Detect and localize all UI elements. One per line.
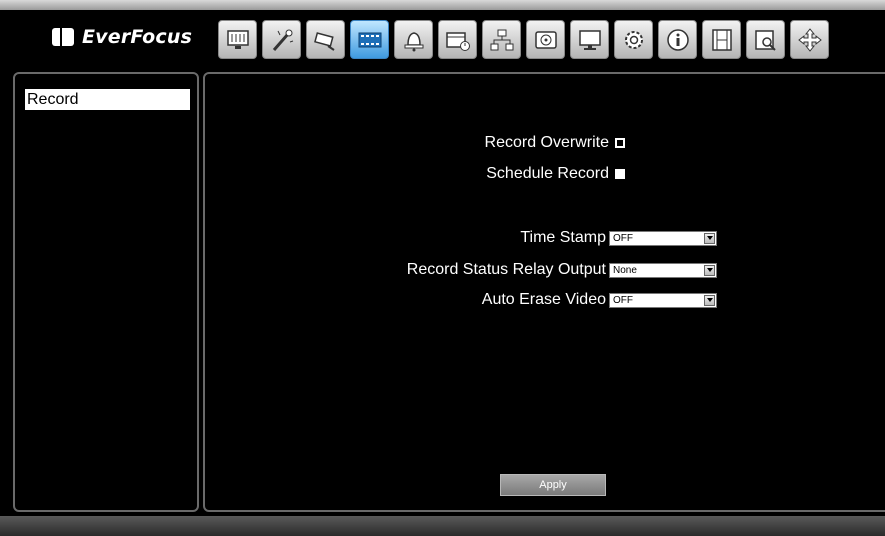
schedule-record-label: Schedule Record <box>486 165 609 182</box>
relay-output-select[interactable]: None <box>609 262 717 278</box>
auto-erase-row: Auto Erase Video OFF <box>285 291 717 309</box>
schedule-icon <box>445 31 470 51</box>
time-stamp-row: Time Stamp OFF <box>285 229 717 247</box>
record-film-icon <box>358 32 381 47</box>
time-stamp-label: Time Stamp <box>520 229 606 246</box>
search-toolbar-button[interactable] <box>746 20 785 59</box>
record-overwrite-row: Record Overwrite <box>305 134 625 152</box>
ptz-arrows-icon <box>797 27 822 52</box>
record-toolbar-button[interactable] <box>350 20 389 59</box>
auto-erase-value: OFF <box>613 294 633 306</box>
ptz-toolbar-button[interactable] <box>790 20 829 59</box>
network-toolbar-button[interactable] <box>482 20 521 59</box>
display-toolbar-button[interactable] <box>218 20 257 59</box>
alarm-bell-icon <box>404 31 423 51</box>
film-strip-icon <box>711 28 732 51</box>
relay-output-row: Record Status Relay Output None <box>285 261 717 279</box>
relay-output-label: Record Status Relay Output <box>406 261 606 278</box>
time-stamp-value: OFF <box>613 232 633 244</box>
sidebar-panel: Record <box>13 72 199 512</box>
playback-toolbar-button[interactable] <box>702 20 741 59</box>
auto-erase-label: Auto Erase Video <box>481 291 606 308</box>
schedule-toolbar-button[interactable] <box>438 20 477 59</box>
chevron-down-icon[interactable] <box>704 264 715 276</box>
monitor-icon <box>578 29 601 50</box>
chevron-down-icon[interactable] <box>704 232 715 244</box>
info-toolbar-button[interactable] <box>658 20 697 59</box>
sidebar-item-record[interactable]: Record <box>25 89 190 110</box>
camera-toolbar-button[interactable] <box>306 20 345 59</box>
status-bar <box>0 516 885 536</box>
camera-icon <box>313 31 335 51</box>
brand-logo: EverFocus <box>52 22 192 52</box>
chevron-down-icon[interactable] <box>704 294 715 306</box>
brand-name: EverFocus <box>82 26 193 48</box>
search-icon <box>754 29 776 51</box>
magic-wand-icon <box>272 29 293 51</box>
record-overwrite-checkbox[interactable] <box>615 138 625 148</box>
apply-button[interactable]: Apply <box>500 474 606 496</box>
schedule-record-row: Schedule Record <box>305 165 625 183</box>
system-settings-toolbar-button[interactable] <box>614 20 653 59</box>
everfocus-logo-icon <box>52 26 74 48</box>
display-icon <box>226 29 249 49</box>
disk-toolbar-button[interactable] <box>526 20 565 59</box>
schedule-record-checkbox[interactable] <box>615 169 625 179</box>
main-toolbar <box>218 20 829 60</box>
wizard-toolbar-button[interactable] <box>262 20 301 59</box>
alarm-toolbar-button[interactable] <box>394 20 433 59</box>
record-settings-panel: Record Overwrite Schedule Record Time St… <box>203 72 885 512</box>
disk-icon <box>534 30 557 49</box>
info-icon <box>666 28 689 51</box>
network-icon <box>490 29 513 50</box>
monitor-toolbar-button[interactable] <box>570 20 609 59</box>
title-strip <box>0 0 885 10</box>
time-stamp-select[interactable]: OFF <box>609 230 717 246</box>
settings-gear-icon <box>624 30 643 49</box>
record-overwrite-label: Record Overwrite <box>484 134 609 151</box>
auto-erase-select[interactable]: OFF <box>609 292 717 308</box>
relay-output-value: None <box>613 264 637 276</box>
